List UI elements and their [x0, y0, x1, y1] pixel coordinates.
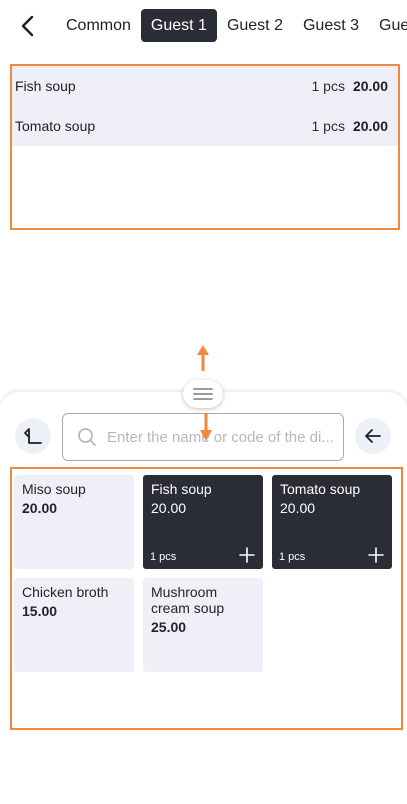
menu-item-mushroom-cream-soup[interactable]: Mushroom cream soup 25.00 [143, 578, 263, 672]
drag-handle-icon [193, 398, 213, 400]
backspace-button[interactable] [355, 418, 391, 454]
drag-handle-icon [193, 393, 213, 395]
tab-guest-3[interactable]: Guest 3 [293, 9, 369, 42]
top-bar: Common Guest 1 Guest 2 Guest 3 Guest [0, 0, 407, 50]
menu-item-price: 20.00 [151, 500, 187, 516]
guest-tabs: Common Guest 1 Guest 2 Guest 3 Guest [56, 9, 407, 42]
menu-item-qty: 1 pcs [279, 551, 306, 563]
menu-item-fish-soup[interactable]: Fish soup 20.00 1 pcs [143, 475, 263, 569]
plus-icon[interactable] [368, 547, 384, 563]
menu-item-price: 25.00 [151, 619, 187, 635]
menu-item-tomato-soup[interactable]: Tomato soup 20.00 1 pcs [272, 475, 392, 569]
order-item-qty: 1 pcs [311, 78, 345, 94]
order-item[interactable]: Tomato soup 1 pcs 20.00 [12, 106, 398, 146]
plus-icon[interactable] [239, 547, 255, 563]
menu-item-price: 15.00 [22, 603, 58, 619]
menu-item-name: Fish soup [151, 481, 212, 497]
menu-item-name: Miso soup [22, 481, 86, 497]
tab-guest-2[interactable]: Guest 2 [217, 9, 293, 42]
menu-item-price: 20.00 [22, 500, 58, 516]
order-item-name: Fish soup [15, 78, 76, 94]
chevron-left-icon [21, 15, 34, 37]
back-button[interactable] [14, 13, 40, 39]
order-item[interactable]: Fish soup 1 pcs 20.00 [12, 66, 398, 106]
menu-item-qty: 1 pcs [150, 551, 177, 563]
menu-item-name: Chicken broth [22, 584, 109, 600]
arrow-up-icon [197, 345, 209, 371]
drag-handle-icon [193, 388, 213, 390]
tab-guest-1[interactable]: Guest 1 [140, 9, 217, 42]
order-list: Fish soup 1 pcs 20.00 Tomato soup 1 pcs … [10, 64, 400, 230]
order-item-qty: 1 pcs [311, 118, 345, 134]
menu-item-price: 20.00 [280, 500, 316, 516]
search-input[interactable] [107, 428, 337, 446]
order-item-name: Tomato soup [15, 118, 96, 134]
search-icon [78, 428, 96, 446]
drag-handle[interactable] [183, 380, 223, 408]
arrow-down-icon [200, 413, 212, 441]
arrow-up-left-icon [24, 428, 42, 444]
tab-common[interactable]: Common [56, 9, 141, 42]
menu-item-name: Tomato soup [280, 481, 361, 497]
tab-guest-4[interactable]: Guest [369, 9, 407, 42]
order-item-price: 20.00 [352, 78, 388, 94]
order-item-price: 20.00 [352, 118, 388, 134]
arrow-left-icon [365, 429, 381, 443]
menu-item-miso-soup[interactable]: Miso soup 20.00 [14, 475, 134, 569]
menu-item-name: Mushroom cream soup [151, 584, 225, 616]
menu-item-chicken-broth[interactable]: Chicken broth 15.00 [14, 578, 134, 672]
level-up-button[interactable] [15, 418, 51, 454]
